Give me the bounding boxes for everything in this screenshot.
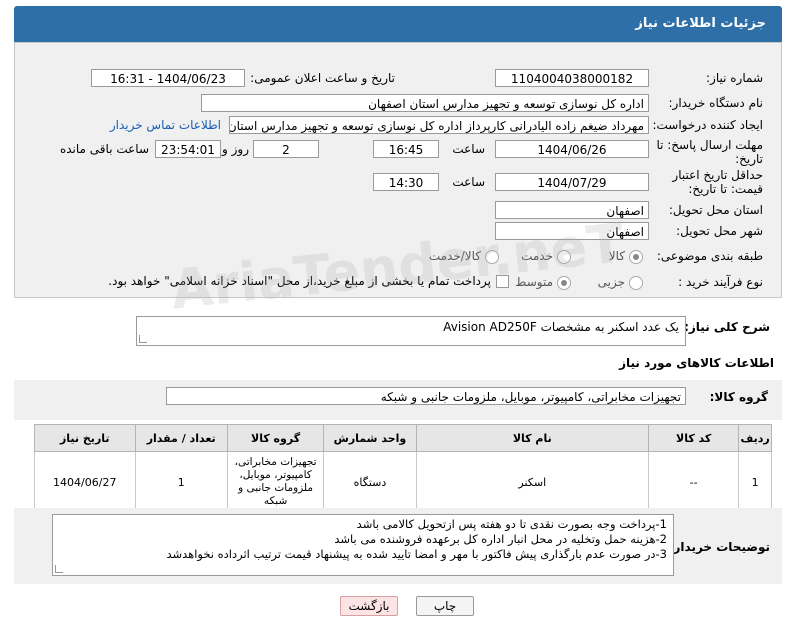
col-group: گروه کالا — [226, 424, 325, 452]
need-details-form: شماره نیاز: 1104004038000182 تاریخ و ساع… — [14, 42, 782, 298]
summary-text: یک عدد اسکنر به مشخصات Avision AD250F — [443, 320, 679, 334]
creator-field: مهرداد ضیغم زاده الیادرانی کارپرداز ادار… — [229, 116, 649, 134]
validity-time-field: 14:30 — [373, 173, 439, 191]
category-goods-label: کالا — [608, 249, 625, 263]
buyer-note-line: 3-در صورت عدم بارگذاری پیش فاکتور با مهر… — [166, 547, 667, 561]
process-label: نوع فرآیند خرید : — [678, 275, 763, 289]
col-code: کد کالا — [647, 424, 740, 452]
buyer-note-line: 1-پرداخت وجه بصورت نقدی تا دو هفته پس از… — [356, 517, 667, 531]
treasury-payment-checkbox[interactable] — [496, 275, 509, 288]
cell-unit: دستگاه — [323, 451, 417, 513]
summary-textarea[interactable]: یک عدد اسکنر به مشخصات Avision AD250F — [136, 316, 686, 346]
goods-table: ردیف کد کالا نام کالا واحد شمارش گروه کا… — [34, 424, 772, 513]
process-minor-label: جزیی — [597, 275, 625, 289]
cell-code: -- — [647, 451, 740, 513]
category-service-radio[interactable] — [557, 250, 571, 264]
validity-label: حداقل تاریخ اعتبار قیمت: تا تاریخ: — [672, 168, 763, 196]
need-number-label: شماره نیاز: — [706, 71, 763, 85]
announce-label: تاریخ و ساعت اعلان عمومی: — [250, 71, 395, 85]
process-minor-radio[interactable] — [629, 276, 643, 290]
process-medium-label: متوسط — [515, 275, 553, 289]
deadline-time-label: ساعت — [452, 142, 485, 156]
remaining-time-field: 23:54:01 — [155, 140, 221, 158]
process-medium-radio[interactable] — [557, 276, 571, 290]
buyer-note-line: 2-هزینه حمل وتخلیه در محل انبار اداره کل… — [334, 532, 667, 546]
validity-date-field: 1404/07/29 — [495, 173, 649, 191]
contact-info-link[interactable]: اطلاعات تماس خریدار — [110, 118, 221, 132]
page-header: جزئیات اطلاعات نیاز — [14, 6, 782, 42]
resize-handle-icon[interactable] — [55, 565, 63, 573]
buyer-notes-textarea[interactable]: 1-پرداخت وجه بصورت نقدی تا دو هفته پس از… — [52, 514, 674, 576]
buyer-org-label: نام دستگاه خریدار: — [668, 96, 764, 110]
category-label: طبقه بندی موضوعی: — [656, 249, 763, 263]
col-quantity: تعداد / مقدار — [134, 424, 228, 452]
remaining-time-label: ساعت باقی مانده — [59, 142, 149, 156]
col-name: نام کالا — [415, 424, 650, 452]
deadline-time-field: 16:45 — [373, 140, 439, 158]
category-service-label: خدمت — [521, 249, 553, 263]
province-field: اصفهان — [495, 201, 649, 219]
deadline-label: مهلت ارسال پاسخ: تا تاریخ: — [656, 138, 763, 166]
deadline-days-label: روز و — [222, 142, 249, 156]
goods-group-field: تجهیزات مخابراتی، کامپیوتر، موبایل، ملزو… — [166, 387, 686, 405]
category-both-radio[interactable] — [485, 250, 499, 264]
deadline-date-field: 1404/06/26 — [495, 140, 649, 158]
province-label: استان محل تحویل: — [668, 203, 763, 217]
need-number-field: 1104004038000182 — [495, 69, 649, 87]
table-row: 1 -- اسکنر دستگاه تجهیزات مخابراتی، کامپ… — [34, 451, 772, 513]
category-both-label: کالا/خدمت — [428, 249, 481, 263]
print-button[interactable]: چاپ — [416, 596, 474, 616]
resize-handle-icon[interactable] — [139, 335, 147, 343]
announce-field: 1404/06/23 - 16:31 — [91, 69, 245, 87]
back-button[interactable]: بازگشت — [340, 596, 398, 616]
validity-time-label: ساعت — [452, 175, 485, 189]
treasury-payment-note: پرداخت تمام یا بخشی از مبلغ خرید،از محل … — [108, 274, 491, 288]
cell-row: 1 — [738, 451, 772, 513]
buyer-notes-label: توضیحات خریدار: — [668, 540, 770, 554]
page: جزئیات اطلاعات نیاز شماره نیاز: 11040040… — [0, 0, 788, 632]
city-label: شهر محل تحویل: — [676, 224, 763, 238]
summary-label: شرح کلی نیاز: — [684, 320, 770, 334]
col-row: ردیف — [738, 424, 772, 452]
buyer-org-field: اداره کل نوسازی توسعه و تجهیز مدارس استا… — [201, 94, 649, 112]
deadline-days-field: 2 — [253, 140, 319, 158]
col-unit: واحد شمارش — [323, 424, 417, 452]
city-field: اصفهان — [495, 222, 649, 240]
creator-label: ایجاد کننده درخواست: — [652, 118, 763, 132]
col-need-date: تاریخ نیاز — [34, 424, 136, 452]
cell-group: تجهیزات مخابراتی، کامپیوتر، موبایل، ملزو… — [226, 451, 325, 513]
goods-table-header: ردیف کد کالا نام کالا واحد شمارش گروه کا… — [34, 424, 772, 452]
cell-quantity: 1 — [134, 451, 228, 513]
goods-info-title: اطلاعات کالاهای مورد نیاز — [619, 356, 774, 370]
goods-group-label: گروه کالا: — [709, 390, 768, 404]
cell-name: اسکنر — [415, 451, 650, 513]
category-goods-radio[interactable] — [629, 250, 643, 264]
cell-need-date: 1404/06/27 — [34, 451, 136, 513]
